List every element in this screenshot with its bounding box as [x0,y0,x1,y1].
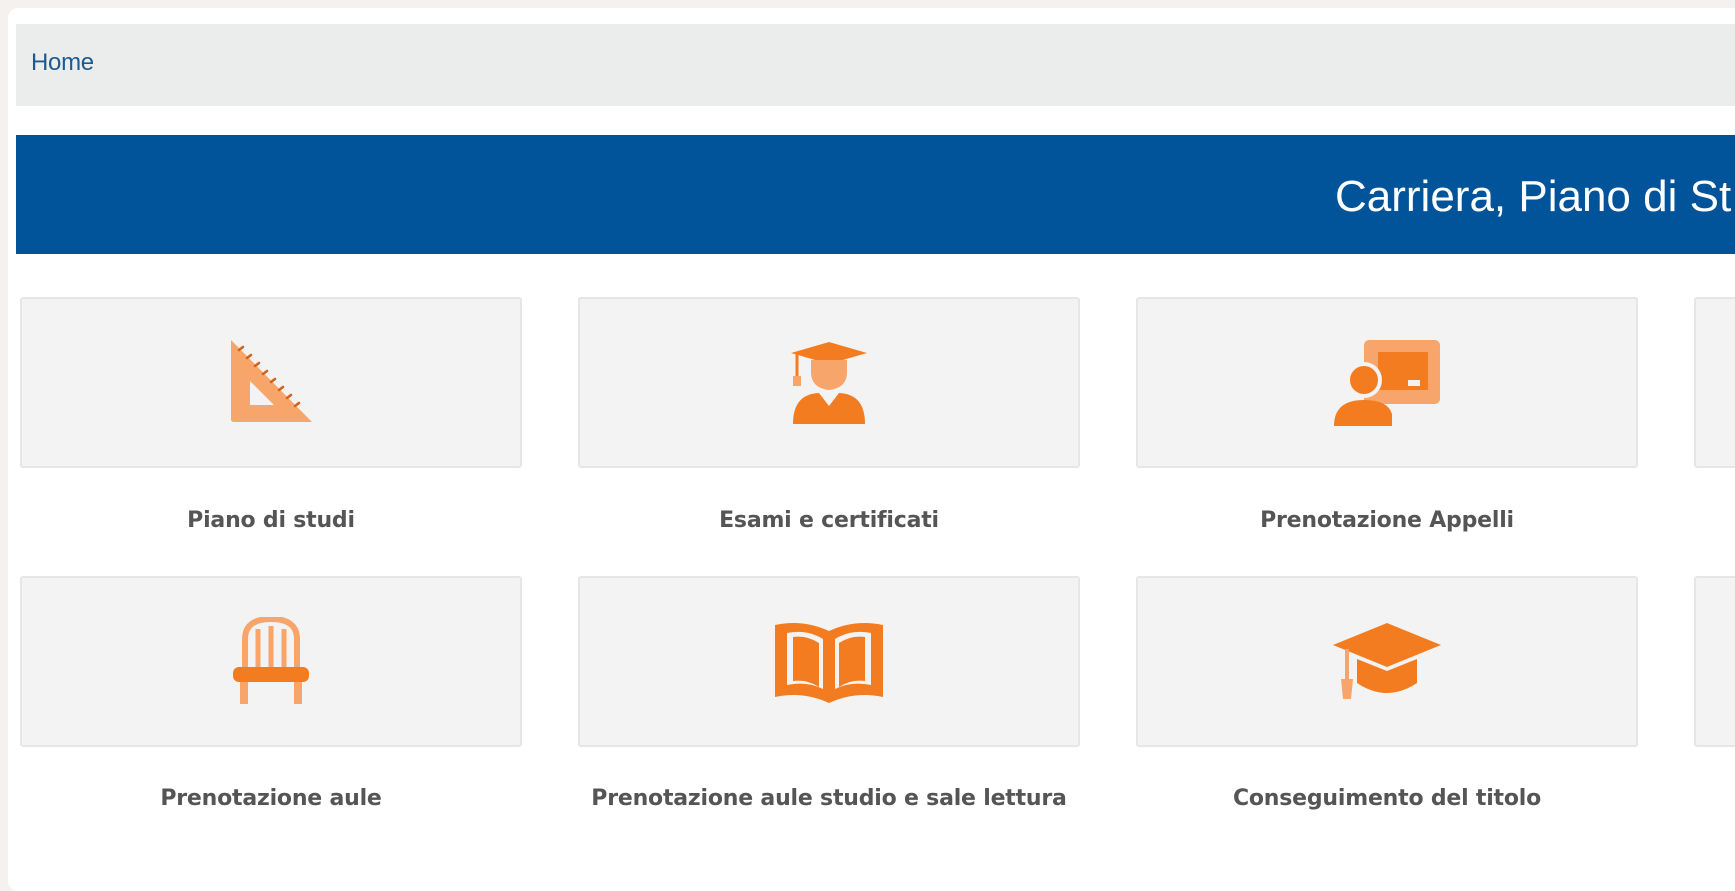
tile-label-esami-e-certificati[interactable]: Esami e certificati [578,508,1080,533]
tile-label-prenotazione-aule-studio[interactable]: Prenotazione aule studio e sale lettura [578,786,1080,811]
graduate-student-icon [791,341,867,424]
graduation-cap-icon [1333,622,1441,699]
breadcrumb-home-link[interactable]: Home [31,49,94,77]
set-square-icon [231,339,312,422]
tile-prenotazione-aule[interactable] [20,576,522,747]
open-book-icon [775,622,883,703]
teacher-blackboard-icon [1334,339,1440,426]
breadcrumb: Home [16,24,1735,106]
tile-esami-e-certificati[interactable] [578,297,1080,468]
tile-partial-row-1[interactable] [1694,297,1735,468]
page-title: Carriera, Piano di St [1335,172,1732,221]
chair-icon [233,616,309,704]
tile-label-piano-di-studi[interactable]: Piano di studi [20,508,522,533]
tile-prenotazione-appelli[interactable] [1136,297,1638,468]
page-header: Carriera, Piano di St [16,135,1735,254]
tile-label-prenotazione-aule[interactable]: Prenotazione aule [20,786,522,811]
page-container: Home Carriera, Piano di St Piano di stud… [8,8,1735,891]
tile-prenotazione-aule-studio[interactable] [578,576,1080,747]
tile-conseguimento-del-titolo[interactable] [1136,576,1638,747]
tile-partial-row-2[interactable] [1694,576,1735,747]
tile-piano-di-studi[interactable] [20,297,522,468]
tile-label-prenotazione-appelli[interactable]: Prenotazione Appelli [1136,508,1638,533]
tile-label-conseguimento-del-titolo[interactable]: Conseguimento del titolo [1136,786,1638,811]
